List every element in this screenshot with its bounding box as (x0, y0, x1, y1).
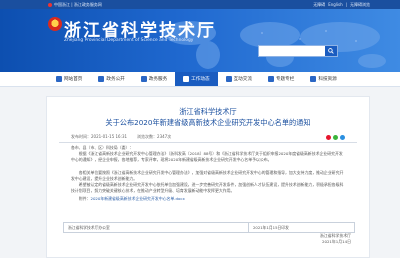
department-emblem-icon (48, 17, 62, 31)
nav-item-label: 科技资源 (318, 77, 337, 82)
article-body: 各市、县（市、区）科技局（委）： 根据《浙江省高新技术企业研究开发中心管理办法》… (71, 145, 345, 202)
service-icon (140, 76, 147, 82)
issuance-table: 浙江省科学技术厅办公室 2021年1月15日印发 (63, 222, 355, 233)
spacer-bar (0, 86, 400, 96)
resource-icon (310, 76, 317, 82)
nav-item-resources[interactable]: 科技资源 (302, 72, 344, 86)
issue-date-cell: 2021年1月15日印发 (253, 224, 289, 230)
site-header: 浙江省科学技术厅 Zhejiang Provincial Department … (0, 9, 400, 72)
publish-date: 发布时间：2021-01-15 16:31 (71, 134, 128, 139)
article-card: 浙江省科学技术厅 关于公布2020年新建省级高新技术企业研究开发中心名单的通知 … (46, 96, 370, 258)
site-subtitle: Zhejiang Provincial Department of Scienc… (64, 38, 194, 43)
utility-link[interactable]: English (328, 2, 342, 8)
utility-link[interactable]: 无障碍 (313, 2, 325, 8)
title-divider (59, 142, 357, 143)
utility-link[interactable]: 无障碍浏览 (350, 2, 370, 8)
wechat-share-icon[interactable] (333, 134, 338, 140)
nav-item-label: 工作动态 (191, 77, 210, 82)
folder-icon (267, 76, 274, 82)
search-input[interactable] (259, 46, 327, 56)
nav-item-government-affairs[interactable]: 政务公开 (90, 72, 132, 86)
search-icon (328, 48, 334, 54)
nav-item-label: 网站首页 (64, 77, 83, 82)
weibo-share-icon[interactable] (326, 134, 331, 140)
gov-portal-link-text: 中国浙江 | 浙江政务服务网 (54, 1, 102, 7)
qq-share-icon[interactable] (340, 134, 345, 140)
nav-item-home[interactable]: 网站首页 (48, 72, 90, 86)
issuer-cell: 浙江省科学技术厅办公室 (64, 223, 249, 232)
nav-item-topics[interactable]: 专题专栏 (260, 72, 302, 86)
home-icon (56, 76, 62, 82)
article-meta: 发布时间：2021-01-15 16:31 浏览次数：2347次 (47, 134, 369, 140)
nav-item-services[interactable]: 政务服务 (133, 72, 175, 86)
nav-item-interaction[interactable]: 互动交流 (218, 72, 260, 86)
utility-links: 无障碍 English | 无障碍浏览 (313, 2, 370, 8)
nav-item-label: 互动交流 (233, 77, 252, 82)
article-paragraph: 各相关单位要按照《浙江省高新技术企业研究开发中心管理办法》，加强对省级高新技术企… (71, 169, 344, 181)
view-count: 浏览次数：2347次 (137, 134, 172, 139)
attachment-label: 附件： (78, 195, 91, 201)
signature-block: 浙江省科学技术厅 2021年1月14日 (320, 233, 351, 245)
news-icon (183, 76, 190, 82)
attachment-link[interactable]: 2020年新建省级高新技术企业研究开发中心名单.docx (90, 196, 184, 201)
search-button[interactable] (325, 46, 337, 56)
document-icon (98, 76, 105, 82)
attachment-line: 附件：2020年新建省级高新技术企业研究开发中心名单.docx (71, 196, 345, 202)
nav-item-label: 专题专栏 (275, 77, 295, 82)
signature-date: 2021年1月14日 (322, 239, 351, 244)
article-paragraph: 希望被认定的省级高新技术企业研究开发中心依托单位加强建设，进一步完善研究开发条件… (71, 182, 344, 194)
nav-item-label: 政务公开 (106, 77, 125, 82)
chat-icon (225, 76, 232, 82)
main-nav: 网站首页 政务公开 政务服务 工作动态 互动交流 专题专栏 科技资源 (0, 72, 400, 87)
site-search (258, 45, 338, 57)
article-paragraph: 根据《浙江省高新技术企业研究开发中心管理办法》（浙科发高〔2018〕88号）和《… (71, 151, 343, 163)
nav-item-label: 政务服务 (148, 77, 168, 82)
utility-separator: | (345, 1, 347, 7)
gov-portal-link[interactable]: 中国浙江 | 浙江政务服务网 (48, 2, 102, 8)
nav-item-work-news[interactable]: 工作动态 (175, 72, 218, 86)
article-title: 关于公布2020年新建省级高新技术企业研究开发中心名单的通知 (105, 118, 311, 127)
share-icons (326, 134, 345, 140)
top-utility-bar: 中国浙江 | 浙江政务服务网 无障碍 English | 无障碍浏览 (0, 0, 400, 9)
national-emblem-icon (48, 2, 52, 7)
article-org: 浙江省科学技术厅 (179, 107, 237, 116)
